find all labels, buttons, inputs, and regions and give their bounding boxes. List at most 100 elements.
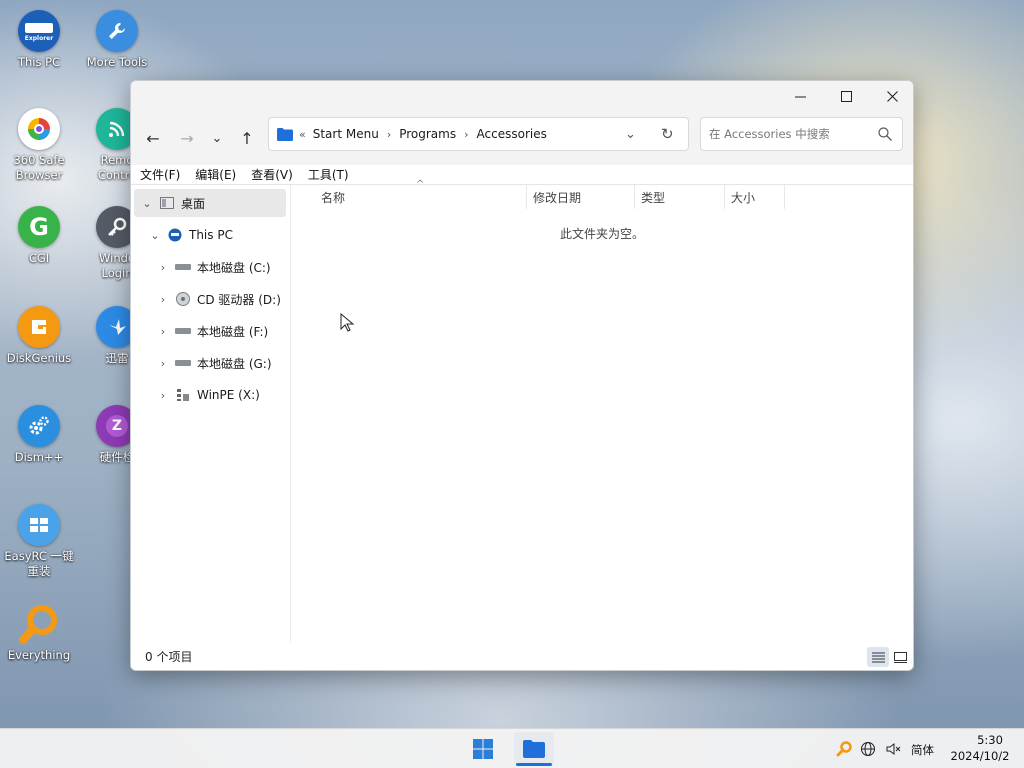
breadcrumb-start-menu[interactable]: Start Menu xyxy=(313,127,379,141)
forward-arrow-icon: → xyxy=(180,128,194,148)
large-icons-view-button[interactable] xyxy=(889,647,911,667)
start-button[interactable] xyxy=(463,732,503,766)
tree-item-drive-x[interactable]: › WinPE (X:) xyxy=(155,381,260,409)
chevron-right-icon[interactable]: › xyxy=(155,261,171,274)
winpe-drive-icon xyxy=(175,388,191,402)
desktop-icon-label: More Tools xyxy=(86,55,148,69)
tray-everything-icon[interactable] xyxy=(836,741,852,760)
close-button[interactable] xyxy=(869,81,913,111)
maximize-button[interactable] xyxy=(823,81,869,111)
desktop-icon-easyrc[interactable]: EasyRC 一键 重装 xyxy=(0,504,78,579)
windows-logo-icon xyxy=(18,504,60,546)
refresh-icon[interactable]: ↻ xyxy=(661,125,674,143)
tree-item-label: 本地磁盘 (C:) xyxy=(197,260,271,275)
taskbar-file-explorer[interactable] xyxy=(514,732,554,766)
breadcrumb-separator-icon: › xyxy=(464,127,469,141)
clock[interactable]: 5:30 2024/10/2 xyxy=(944,732,1016,764)
column-date-modified[interactable]: 修改日期 xyxy=(527,185,635,209)
up-button[interactable]: ↑ xyxy=(233,125,261,151)
tree-item-drive-f[interactable]: › 本地磁盘 (F:) xyxy=(155,317,268,345)
desktop-icon-cgi[interactable]: G CGI xyxy=(0,206,78,266)
tree-item-this-pc[interactable]: ⌄ This PC xyxy=(147,221,233,249)
desktop-icon-dism[interactable]: Dism++ xyxy=(0,405,78,465)
clock-time: 5:30 xyxy=(977,733,1003,747)
taskbar: 简体 5:30 2024/10/2 xyxy=(0,728,1024,768)
volume-muted-icon[interactable] xyxy=(885,741,901,760)
windows-start-icon xyxy=(473,739,493,759)
chevron-right-icon[interactable]: › xyxy=(155,389,171,402)
active-indicator xyxy=(516,763,552,766)
column-size[interactable]: 大小 xyxy=(725,185,785,209)
cgi-icon: G xyxy=(18,206,60,248)
menu-file[interactable]: 文件(F) xyxy=(140,166,180,183)
large-icons-view-icon xyxy=(893,651,907,663)
empty-folder-message: 此文件夹为空。 xyxy=(559,227,644,241)
navigation-bar: ← → ⌄ ↑ « Start Menu › Programs › Access… xyxy=(131,111,913,165)
magnifier-icon xyxy=(18,603,60,645)
menu-edit[interactable]: 编辑(E) xyxy=(195,166,236,183)
tree-item-desktop[interactable]: ⌄ 桌面 xyxy=(134,189,286,217)
breadcrumb-programs[interactable]: Programs xyxy=(399,127,456,141)
desktop-icon-label: CGI xyxy=(28,251,50,265)
desktop-icon-everything[interactable]: Everything xyxy=(0,603,78,663)
tree-item-drive-g[interactable]: › 本地磁盘 (G:) xyxy=(155,349,272,377)
tree-item-drive-d[interactable]: › CD 驱动器 (D:) xyxy=(155,285,281,313)
chevron-right-icon[interactable]: › xyxy=(155,357,171,370)
chevron-down-icon[interactable]: ⌄ xyxy=(147,229,163,242)
address-overflow-icon[interactable]: « xyxy=(299,128,306,141)
details-view-button[interactable] xyxy=(867,647,889,667)
menu-view[interactable]: 查看(V) xyxy=(251,166,293,183)
title-bar[interactable] xyxy=(131,81,913,111)
browser-360-icon xyxy=(18,108,60,150)
this-pc-icon xyxy=(167,228,183,242)
desktop-icon-label: This PC xyxy=(17,55,61,69)
search-box[interactable] xyxy=(700,117,903,151)
clock-date: 2024/10/2 xyxy=(950,749,1010,763)
forward-button[interactable]: → xyxy=(173,125,201,151)
gears-icon xyxy=(18,405,60,447)
back-arrow-icon: ← xyxy=(146,128,160,148)
tree-item-label: WinPE (X:) xyxy=(197,388,260,402)
ime-indicator[interactable]: 简体 xyxy=(911,742,934,758)
folder-icon xyxy=(277,127,293,141)
chevron-right-icon[interactable]: › xyxy=(155,325,171,338)
search-icon[interactable] xyxy=(878,127,892,144)
breadcrumb-separator-icon: › xyxy=(386,127,392,141)
svg-text:Explorer: Explorer xyxy=(25,35,53,42)
back-button[interactable]: ← xyxy=(139,125,167,151)
menu-tools[interactable]: 工具(T) xyxy=(308,166,349,183)
desktop-icon-more-tools[interactable]: More Tools xyxy=(78,10,156,70)
tree-item-label: This PC xyxy=(189,228,233,242)
chevron-right-icon[interactable]: › xyxy=(155,293,171,306)
tree-item-label: 本地磁盘 (G:) xyxy=(197,356,272,371)
address-bar[interactable]: « Start Menu › Programs › Accessories ⌄ … xyxy=(268,117,689,151)
status-bar: 0 个项目 xyxy=(131,642,913,670)
column-header-row: ^ 名称 修改日期 类型 大小 xyxy=(291,179,913,209)
chevron-down-icon[interactable]: ⌄ xyxy=(139,197,155,210)
hard-drive-icon xyxy=(175,356,191,370)
column-type[interactable]: 类型 xyxy=(635,185,725,209)
explorer-icon: Explorer xyxy=(18,10,60,52)
network-globe-icon[interactable] xyxy=(860,741,876,760)
minimize-button[interactable] xyxy=(777,81,823,111)
search-input[interactable] xyxy=(709,127,869,141)
desktop-folder-icon xyxy=(159,196,175,210)
address-dropdown-icon[interactable]: ⌄ xyxy=(625,127,636,142)
desktop-icon-label: EasyRC 一键 重装 xyxy=(4,549,74,578)
desktop-icon-label: 360 Safe Browser xyxy=(13,153,65,182)
desktop-icon-diskgenius[interactable]: DiskGenius xyxy=(0,306,78,366)
up-arrow-icon: ↑ xyxy=(240,128,254,148)
desktop-icon-label: Everything xyxy=(7,648,71,662)
chevron-down-icon: ⌄ xyxy=(211,130,223,146)
column-name[interactable]: 名称 xyxy=(315,185,527,209)
breadcrumb-accessories[interactable]: Accessories xyxy=(477,127,547,141)
file-list-pane[interactable]: ^ 名称 修改日期 类型 大小 此文件夹为空。 xyxy=(291,179,913,642)
desktop-icon-360-browser[interactable]: 360 Safe Browser xyxy=(0,108,78,183)
desktop-icon-this-pc[interactable]: Explorer This PC xyxy=(0,10,78,70)
diskgenius-icon xyxy=(18,306,60,348)
tree-item-drive-c[interactable]: › 本地磁盘 (C:) xyxy=(155,253,271,281)
navigation-pane: ⌄ 桌面 ⌄ This PC › 本地磁盘 (C:) › CD 驱动器 (D:)… xyxy=(131,185,291,642)
mouse-cursor-icon xyxy=(340,312,356,336)
recent-locations-button[interactable]: ⌄ xyxy=(203,125,231,151)
tree-item-label: 本地磁盘 (F:) xyxy=(197,324,269,339)
